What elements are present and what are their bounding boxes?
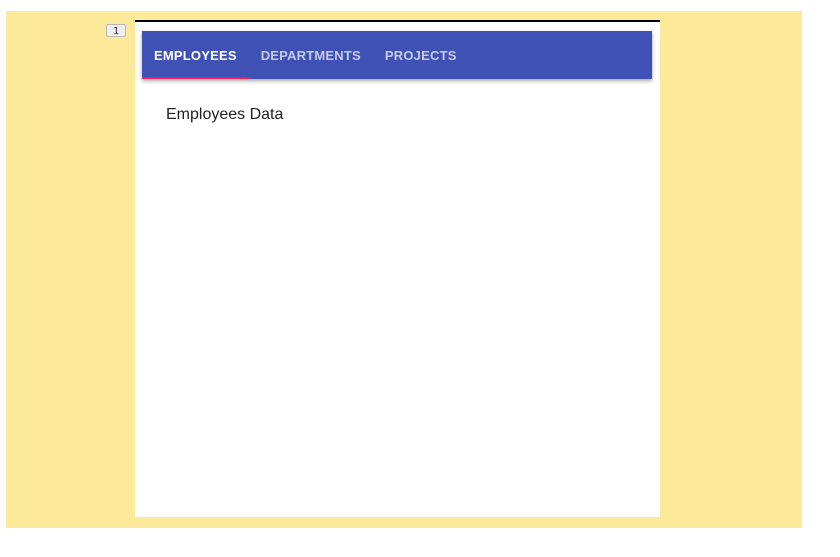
step-badge: 1	[106, 24, 126, 37]
tab-departments[interactable]: DEPARTMENTS	[249, 31, 373, 79]
tab-departments-label: DEPARTMENTS	[260, 47, 361, 63]
active-tab-indicator	[142, 77, 249, 79]
tab-projects[interactable]: PROJECTS	[373, 31, 469, 79]
tab-content-text: Employees Data	[166, 106, 284, 123]
tab-employees-label: EMPLOYEES	[154, 47, 237, 63]
app-card: EMPLOYEES DEPARTMENTS PROJECTS Employees…	[135, 20, 660, 517]
tab-projects-label: PROJECTS	[384, 47, 457, 63]
tab-bar: EMPLOYEES DEPARTMENTS PROJECTS	[142, 31, 652, 79]
tab-employees[interactable]: EMPLOYEES	[142, 31, 249, 79]
